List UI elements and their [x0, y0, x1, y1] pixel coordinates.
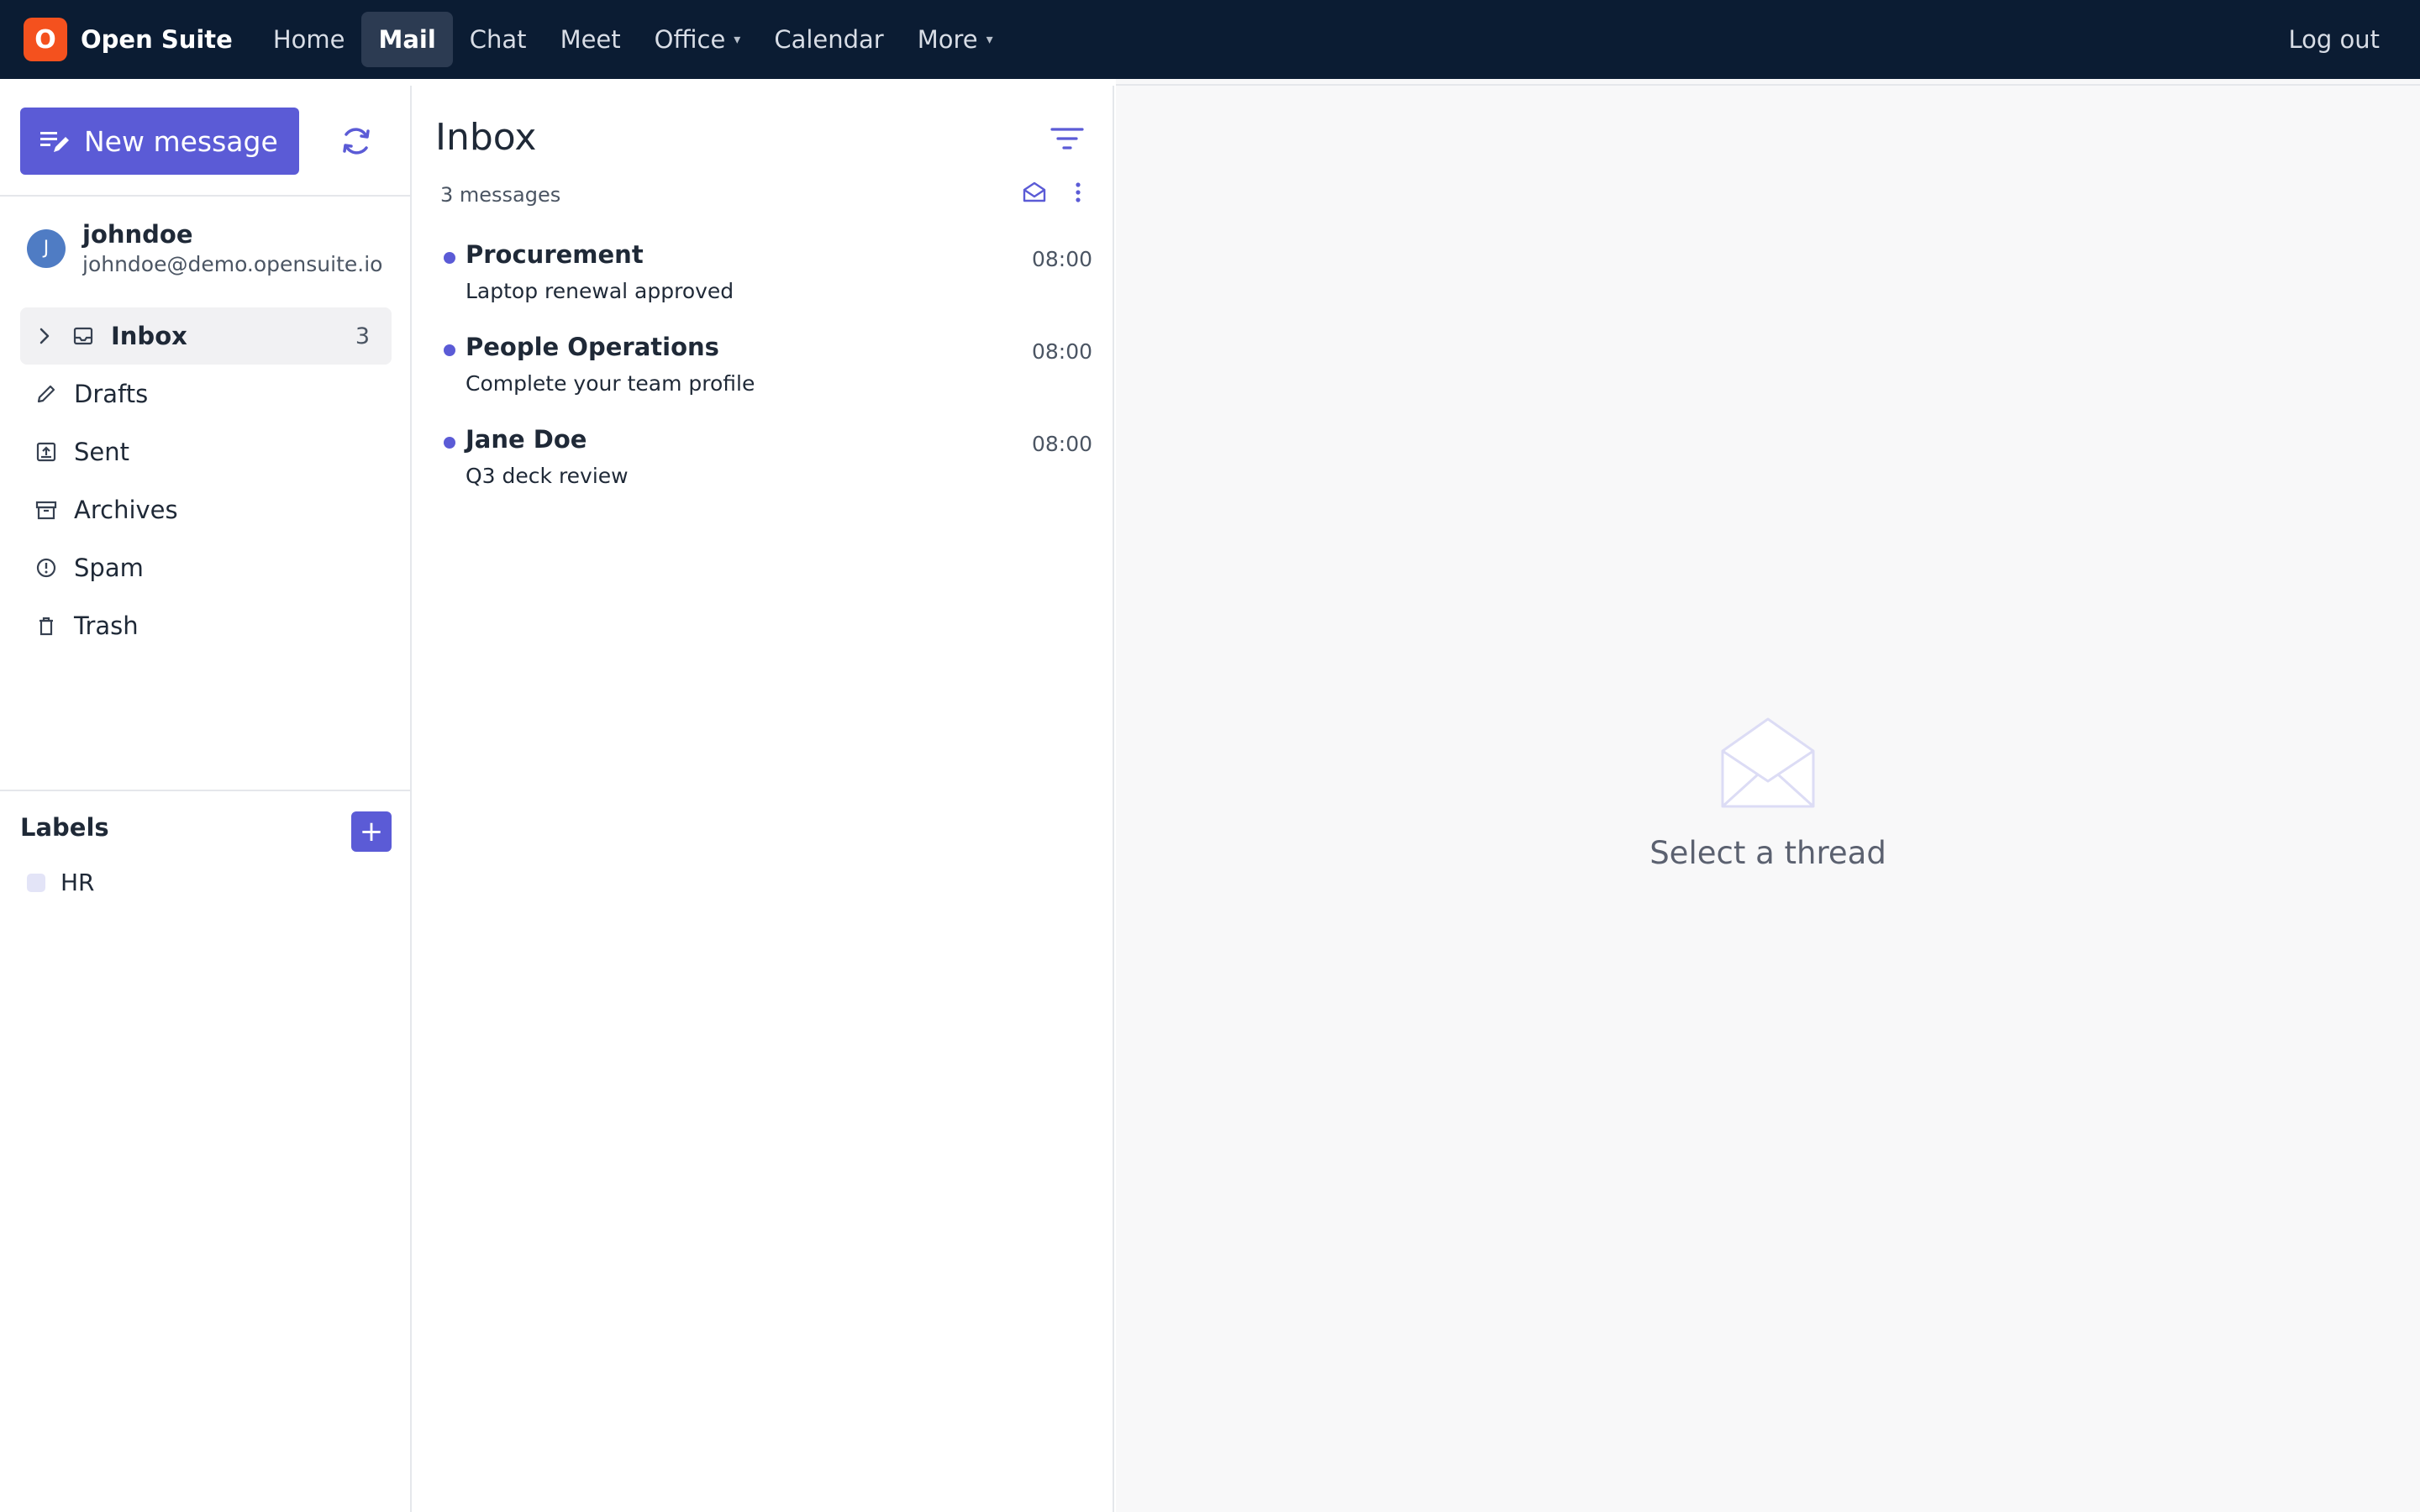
compose-icon	[40, 132, 69, 152]
thread-item[interactable]: Procurement Laptop renewal approved 08:0…	[413, 227, 1113, 319]
folder-label: Spam	[74, 554, 144, 582]
folder-trash[interactable]: Trash	[20, 597, 392, 654]
inbox-icon	[71, 323, 96, 349]
archive-icon	[34, 497, 59, 522]
nav-item-home[interactable]: Home	[256, 12, 362, 67]
unread-count: 3	[355, 323, 370, 349]
refresh-icon[interactable]	[336, 121, 376, 161]
new-message-label: New message	[84, 124, 278, 158]
pane-top-border	[1116, 79, 2420, 86]
thread-time: 08:00	[1031, 432, 1092, 456]
nav-item-mail[interactable]: Mail	[361, 12, 453, 67]
divider	[0, 195, 412, 197]
folder-list: Inbox 3 Drafts Sent Archives Spam Trash	[20, 307, 392, 655]
nav-item-label: Calendar	[774, 25, 884, 54]
label-color-swatch	[27, 873, 45, 892]
empty-state: Select a thread	[1116, 717, 2420, 871]
nav-item-label: Meet	[560, 25, 621, 54]
account-name: johndoe	[82, 220, 193, 249]
logout-link[interactable]: Log out	[2288, 0, 2380, 79]
thread-sender: People Operations	[466, 333, 719, 361]
empty-state-text: Select a thread	[1649, 835, 1886, 871]
nav-item-office[interactable]: Office ▾	[638, 12, 758, 67]
page-title: Inbox	[435, 116, 537, 159]
labels-heading: Labels	[20, 813, 109, 842]
folder-spam[interactable]: Spam	[20, 539, 392, 596]
caret-down-icon: ▾	[734, 31, 741, 47]
thread-subject: Laptop renewal approved	[466, 279, 734, 303]
nav-item-meet[interactable]: Meet	[544, 12, 638, 67]
folder-drafts[interactable]: Drafts	[20, 365, 392, 423]
folder-sent[interactable]: Sent	[20, 423, 392, 480]
app-nav: Home Mail Chat Meet Office ▾ Calendar Mor…	[256, 12, 1010, 67]
message-list: Inbox 3 messages Procurement Laptop rene…	[413, 86, 1114, 1512]
account-info: J johndoe johndoe@demo.opensuite.io	[27, 220, 385, 276]
thread-sender: Jane Doe	[466, 425, 587, 454]
thread-time: 08:00	[1031, 247, 1092, 271]
account-email: johndoe@demo.opensuite.io	[82, 252, 383, 276]
message-count: 3 messages	[440, 183, 561, 207]
thread-item[interactable]: Jane Doe Q3 deck review 08:00	[413, 412, 1113, 504]
folder-label: Sent	[74, 438, 130, 466]
unread-indicator	[444, 252, 455, 264]
thread-list: Procurement Laptop renewal approved 08:0…	[413, 227, 1113, 504]
folder-label: Drafts	[74, 380, 149, 408]
folder-archives[interactable]: Archives	[20, 481, 392, 538]
nav-item-label: Mail	[378, 25, 436, 54]
nav-item-label: More	[917, 25, 978, 54]
open-envelope-icon	[1721, 717, 1815, 808]
divider	[0, 790, 412, 791]
chevron-right-icon[interactable]	[34, 326, 55, 346]
brand-logo: O	[24, 18, 67, 61]
thread-item[interactable]: People Operations Complete your team pro…	[413, 319, 1113, 412]
nav-item-more[interactable]: More ▾	[901, 12, 1010, 67]
pencil-icon	[34, 381, 59, 407]
label-name: HR	[60, 869, 95, 896]
nav-item-calendar[interactable]: Calendar	[757, 12, 900, 67]
more-options-icon[interactable]	[1074, 180, 1082, 205]
folder-inbox[interactable]: Inbox 3	[20, 307, 392, 365]
avatar: J	[27, 228, 66, 268]
brand[interactable]: O Open Suite	[24, 18, 233, 61]
folder-label: Archives	[74, 496, 178, 524]
sidebar: New message J johndoe johndoe@demo.opens…	[0, 86, 412, 1512]
trash-icon	[34, 613, 59, 638]
folder-label: Inbox	[111, 322, 187, 350]
thread-subject: Complete your team profile	[466, 371, 755, 396]
nav-item-label: Office	[654, 25, 726, 54]
filter-icon[interactable]	[1050, 126, 1084, 151]
label-item-hr[interactable]: HR	[27, 869, 95, 896]
new-message-button[interactable]: New message	[20, 108, 299, 175]
nav-item-chat[interactable]: Chat	[453, 12, 544, 67]
nav-item-label: Chat	[469, 25, 527, 54]
thread-sender: Procurement	[466, 240, 644, 269]
nav-item-label: Home	[272, 25, 345, 54]
reading-pane: Select a thread	[1116, 86, 2420, 1512]
thread-time: 08:00	[1031, 339, 1092, 364]
unread-indicator	[444, 437, 455, 449]
mark-all-read-icon[interactable]	[1022, 180, 1047, 205]
spam-icon	[34, 555, 59, 580]
unread-indicator	[444, 344, 455, 356]
add-label-button[interactable]: +	[351, 811, 392, 852]
folder-label: Trash	[74, 612, 139, 640]
thread-subject: Q3 deck review	[466, 464, 629, 488]
sent-icon	[34, 439, 59, 465]
brand-name: Open Suite	[81, 25, 233, 54]
caret-down-icon: ▾	[986, 31, 993, 47]
top-navigation-bar: O Open Suite Home Mail Chat Meet Office ▾…	[0, 0, 2420, 79]
